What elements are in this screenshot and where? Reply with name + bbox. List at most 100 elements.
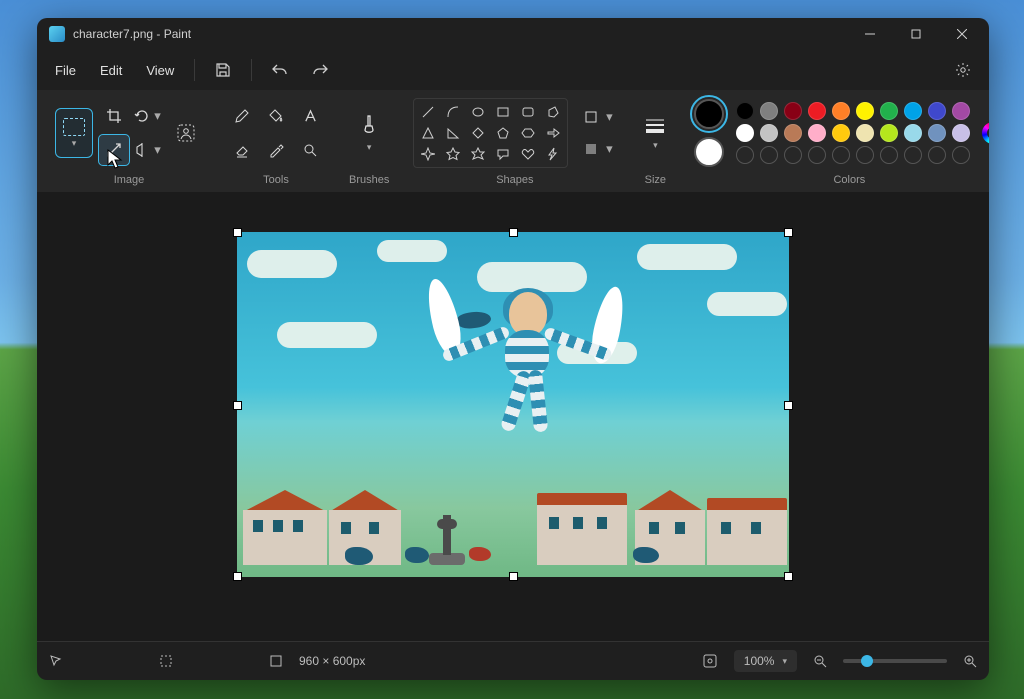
handle-ne[interactable]: [784, 228, 793, 237]
shape-polygon[interactable]: [543, 103, 563, 121]
palette-swatch[interactable]: [736, 124, 754, 142]
shape-lightning[interactable]: [543, 145, 563, 163]
palette-custom-slot[interactable]: [808, 146, 826, 164]
shape-oval[interactable]: [468, 103, 488, 121]
crop-button[interactable]: [99, 101, 129, 131]
zoom-dropdown[interactable]: 100% ▾: [734, 650, 797, 672]
settings-button[interactable]: [945, 54, 981, 86]
text-tool[interactable]: [295, 101, 325, 131]
edit-colors-button[interactable]: [982, 122, 989, 144]
resize-button[interactable]: [99, 135, 129, 165]
group-label-colors: Colors: [833, 170, 865, 190]
select-tool[interactable]: ▾: [55, 108, 93, 158]
palette-custom-slot[interactable]: [880, 146, 898, 164]
palette-custom-slot[interactable]: [784, 146, 802, 164]
shape-roundrect[interactable]: [518, 103, 538, 121]
palette-swatch[interactable]: [832, 124, 850, 142]
zoom-slider[interactable]: [843, 659, 947, 663]
shape-pentagon[interactable]: [493, 124, 513, 142]
save-button[interactable]: [205, 54, 241, 86]
undo-button[interactable]: [262, 54, 298, 86]
palette-custom-slot[interactable]: [760, 146, 778, 164]
palette-swatch[interactable]: [808, 124, 826, 142]
flip-dropdown[interactable]: ▾: [152, 142, 163, 158]
magnifier-tool[interactable]: [295, 135, 325, 165]
zoom-in-button[interactable]: [963, 654, 977, 668]
shape-line[interactable]: [418, 103, 438, 121]
color-1[interactable]: [694, 99, 724, 129]
handle-s[interactable]: [509, 572, 518, 581]
palette-swatch[interactable]: [904, 102, 922, 120]
palette-swatch[interactable]: [928, 124, 946, 142]
shape-diamond[interactable]: [468, 124, 488, 142]
palette-custom-slot[interactable]: [928, 146, 946, 164]
color-2[interactable]: [694, 137, 724, 167]
palette-custom-slot[interactable]: [904, 146, 922, 164]
brushes-button[interactable]: ▾: [354, 109, 384, 157]
palette-swatch[interactable]: [784, 102, 802, 120]
palette-swatch[interactable]: [736, 102, 754, 120]
shape-outline-button[interactable]: [580, 106, 602, 128]
palette-swatch[interactable]: [952, 124, 970, 142]
palette-swatch[interactable]: [808, 102, 826, 120]
palette-swatch[interactable]: [880, 124, 898, 142]
shape-triangle[interactable]: [418, 124, 438, 142]
shape-outline-dropdown[interactable]: ▾: [602, 109, 616, 125]
size-button[interactable]: ▾: [640, 109, 670, 157]
palette-swatch[interactable]: [760, 124, 778, 142]
zoom-out-button[interactable]: [813, 654, 827, 668]
canvas-selection[interactable]: [237, 232, 789, 577]
workspace[interactable]: [37, 192, 989, 641]
handle-w[interactable]: [233, 401, 242, 410]
color-picker-tool[interactable]: [261, 135, 291, 165]
fit-to-window-button[interactable]: [702, 653, 718, 669]
shape-right-triangle[interactable]: [443, 124, 463, 142]
palette-custom-slot[interactable]: [832, 146, 850, 164]
palette-custom-slot[interactable]: [736, 146, 754, 164]
shape-callout[interactable]: [493, 145, 513, 163]
shape-fill-dropdown[interactable]: ▾: [602, 141, 616, 157]
shapes-gallery[interactable]: [413, 98, 568, 168]
handle-e[interactable]: [784, 401, 793, 410]
handle-se[interactable]: [784, 572, 793, 581]
canvas[interactable]: [237, 232, 789, 577]
close-button[interactable]: [939, 18, 985, 50]
menu-view[interactable]: View: [136, 57, 184, 84]
palette-swatch[interactable]: [760, 102, 778, 120]
menu-edit[interactable]: Edit: [90, 57, 132, 84]
shape-curve[interactable]: [443, 103, 463, 121]
shape-6star[interactable]: [468, 145, 488, 163]
flip-button[interactable]: [133, 135, 152, 165]
rotate-button[interactable]: [133, 101, 152, 131]
palette-custom-slot[interactable]: [952, 146, 970, 164]
redo-button[interactable]: [302, 54, 338, 86]
shape-arrow-right[interactable]: [543, 124, 563, 142]
menu-file[interactable]: File: [45, 57, 86, 84]
shape-4star[interactable]: [418, 145, 438, 163]
handle-n[interactable]: [509, 228, 518, 237]
palette-swatch[interactable]: [856, 124, 874, 142]
shape-rect[interactable]: [493, 103, 513, 121]
eraser-tool[interactable]: [227, 135, 257, 165]
minimize-button[interactable]: [847, 18, 893, 50]
shape-heart[interactable]: [518, 145, 538, 163]
palette-swatch[interactable]: [784, 124, 802, 142]
rotate-dropdown[interactable]: ▾: [152, 108, 163, 124]
handle-nw[interactable]: [233, 228, 242, 237]
fill-tool[interactable]: [261, 101, 291, 131]
pencil-tool[interactable]: [227, 101, 257, 131]
handle-sw[interactable]: [233, 572, 242, 581]
palette-swatch[interactable]: [880, 102, 898, 120]
remove-background-button[interactable]: [169, 116, 203, 150]
shape-fill-button[interactable]: [580, 138, 602, 160]
palette-swatch[interactable]: [856, 102, 874, 120]
palette-swatch[interactable]: [928, 102, 946, 120]
palette-swatch[interactable]: [832, 102, 850, 120]
palette-swatch[interactable]: [904, 124, 922, 142]
palette-swatch[interactable]: [952, 102, 970, 120]
shape-5star[interactable]: [443, 145, 463, 163]
maximize-button[interactable]: [893, 18, 939, 50]
group-shapes: ▾ ▾ Shapes: [403, 96, 626, 190]
shape-hexagon[interactable]: [518, 124, 538, 142]
palette-custom-slot[interactable]: [856, 146, 874, 164]
